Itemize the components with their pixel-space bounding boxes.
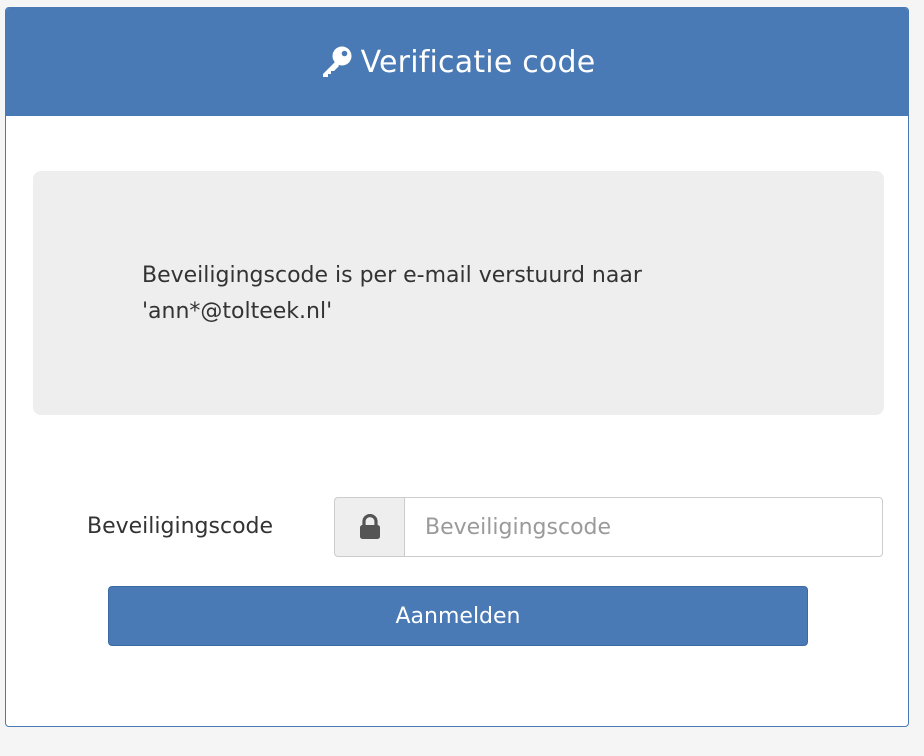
security-code-input-group bbox=[334, 497, 883, 557]
info-message-email: 'ann*@tolteek.nl' bbox=[142, 299, 333, 324]
info-message-box: Beveiligingscode is per e-mail verstuurd… bbox=[33, 171, 884, 415]
header-title-wrap: Verificatie code bbox=[319, 45, 596, 80]
security-code-input[interactable] bbox=[404, 497, 883, 557]
lock-icon bbox=[359, 514, 380, 539]
info-message-line-1: Beveiligingscode is per e-mail verstuurd… bbox=[142, 263, 642, 288]
verification-panel: Verificatie code Beveiligingscode is per… bbox=[5, 7, 909, 727]
key-icon bbox=[322, 46, 352, 77]
info-message: Beveiligingscode is per e-mail verstuurd… bbox=[142, 258, 762, 330]
panel-header: Verificatie code bbox=[6, 8, 908, 116]
security-code-label: Beveiligingscode bbox=[87, 514, 274, 539]
input-addon bbox=[334, 497, 404, 557]
login-button[interactable]: Aanmelden bbox=[108, 586, 808, 646]
page-title: Verificatie code bbox=[360, 44, 596, 80]
